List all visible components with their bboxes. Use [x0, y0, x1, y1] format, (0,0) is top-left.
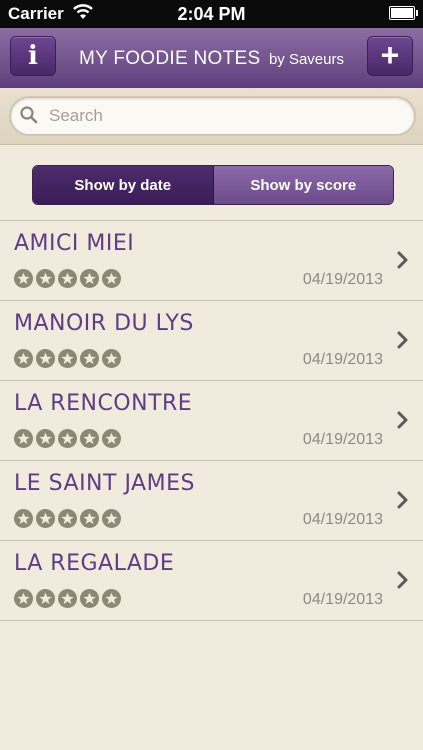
restaurant-name: LA RENCONTRE	[14, 391, 193, 416]
star-icon[interactable]	[102, 269, 121, 288]
restaurant-list: AMICI MIEI 04/19/2013 MANOIR DU LYS 04/1…	[0, 220, 423, 621]
search-input[interactable]	[47, 102, 401, 130]
star-icon[interactable]	[36, 589, 55, 608]
star-icon[interactable]	[80, 429, 99, 448]
note-date: 04/19/2013	[302, 271, 383, 288]
star-icon[interactable]	[14, 349, 33, 368]
rating-stars	[14, 349, 121, 368]
list-item[interactable]: LA REGALADE 04/19/2013	[0, 540, 423, 621]
star-icon[interactable]	[80, 509, 99, 528]
app-title-main: MY FOODIE NOTES	[78, 48, 261, 69]
star-icon[interactable]	[14, 509, 33, 528]
list-item[interactable]: LA RENCONTRE 04/19/2013	[0, 380, 423, 460]
show-by-date-button[interactable]: Show by date	[33, 166, 214, 204]
restaurant-name: AMICI MIEI	[14, 231, 135, 256]
note-date: 04/19/2013	[302, 351, 383, 368]
note-date: 04/19/2013	[302, 511, 383, 528]
battery-icon	[389, 6, 418, 20]
search-field[interactable]	[9, 96, 416, 136]
status-bar: Carrier 2:04 PM	[0, 0, 423, 28]
navigation-bar: i MY FOODIE NOTES by Saveurs +	[0, 28, 423, 88]
restaurant-name: LE SAINT JAMES	[14, 471, 195, 496]
star-icon[interactable]	[58, 589, 77, 608]
star-icon[interactable]	[36, 429, 55, 448]
star-icon[interactable]	[102, 349, 121, 368]
restaurant-name: LA REGALADE	[14, 551, 175, 576]
rating-stars	[14, 509, 121, 528]
star-icon[interactable]	[102, 589, 121, 608]
star-icon[interactable]	[14, 269, 33, 288]
list-item[interactable]: AMICI MIEI 04/19/2013	[0, 220, 423, 300]
star-icon[interactable]	[36, 269, 55, 288]
show-by-score-button[interactable]: Show by score	[213, 166, 393, 204]
rating-stars	[14, 269, 121, 288]
chevron-right-icon	[397, 331, 409, 354]
star-icon[interactable]	[58, 429, 77, 448]
app-title: MY FOODIE NOTES by Saveurs	[0, 48, 423, 70]
rating-stars	[14, 589, 121, 608]
chevron-right-icon	[397, 411, 409, 434]
add-note-button[interactable]: +	[367, 36, 413, 76]
chevron-right-icon	[397, 251, 409, 274]
star-icon[interactable]	[102, 509, 121, 528]
restaurant-name: MANOIR DU LYS	[14, 311, 194, 336]
chevron-right-icon	[397, 571, 409, 594]
star-icon[interactable]	[80, 589, 99, 608]
star-icon[interactable]	[58, 269, 77, 288]
chevron-right-icon	[397, 491, 409, 514]
list-item[interactable]: LE SAINT JAMES 04/19/2013	[0, 460, 423, 540]
app-title-subtitle: by Saveurs	[268, 51, 344, 68]
sort-segmented-control: Show by date Show by score	[32, 165, 394, 205]
star-icon[interactable]	[58, 349, 77, 368]
star-icon[interactable]	[80, 349, 99, 368]
rating-stars	[14, 429, 121, 448]
star-icon[interactable]	[58, 509, 77, 528]
star-icon[interactable]	[102, 429, 121, 448]
list-item[interactable]: MANOIR DU LYS 04/19/2013	[0, 300, 423, 380]
note-date: 04/19/2013	[302, 431, 383, 448]
note-date: 04/19/2013	[302, 591, 383, 608]
star-icon[interactable]	[14, 429, 33, 448]
star-icon[interactable]	[80, 269, 99, 288]
search-icon	[19, 105, 39, 130]
search-bar	[0, 88, 423, 145]
star-icon[interactable]	[36, 349, 55, 368]
clock: 2:04 PM	[177, 4, 246, 24]
star-icon[interactable]	[36, 509, 55, 528]
star-icon[interactable]	[14, 589, 33, 608]
